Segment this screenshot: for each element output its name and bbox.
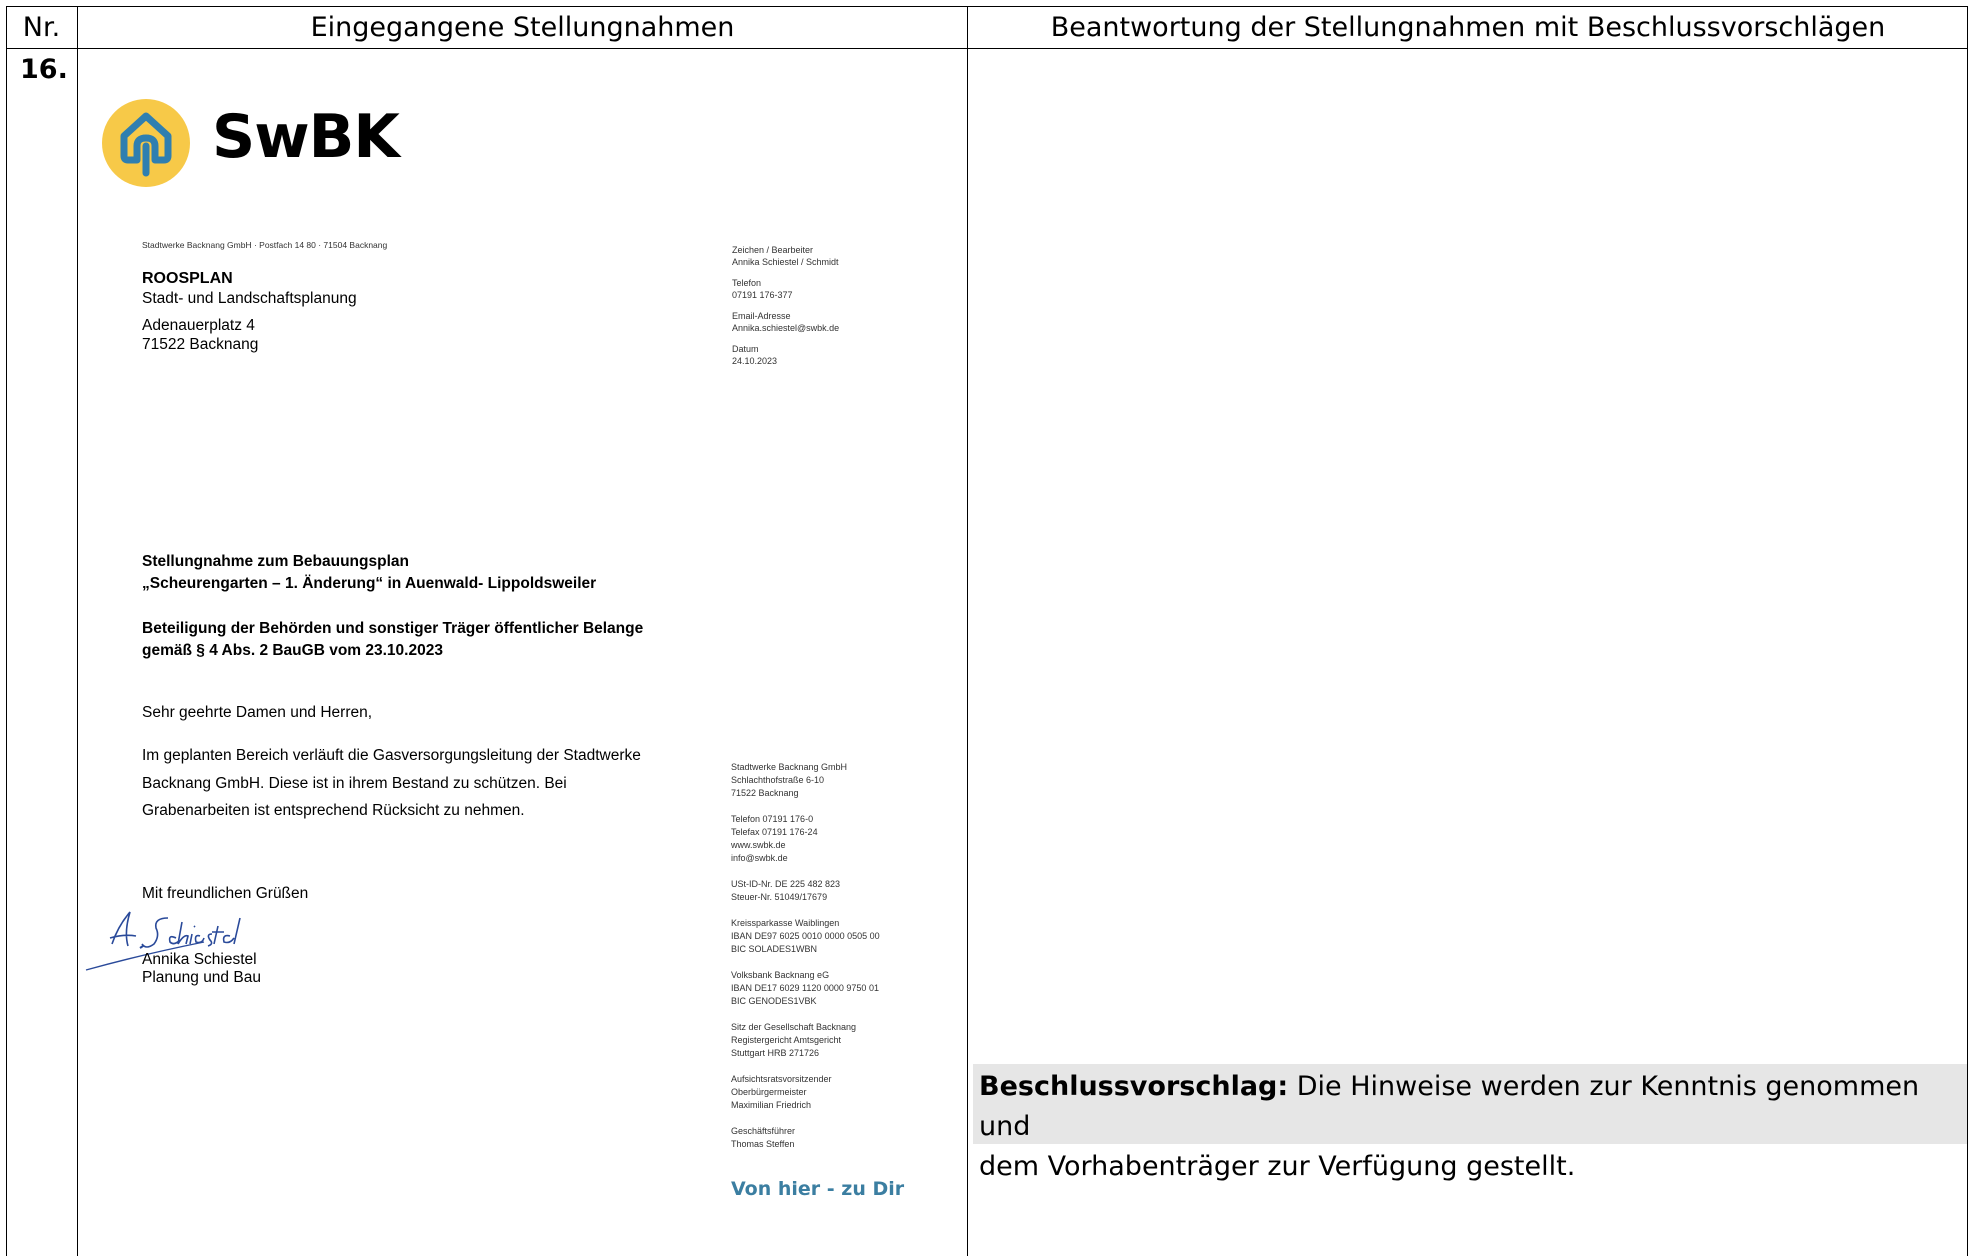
swbk-logo-icon bbox=[101, 98, 191, 188]
header-response: Beantwortung der Stellungnahmen mit Besc… bbox=[1050, 12, 1886, 43]
body-line-1: Im geplanten Bereich verläuft die Gasver… bbox=[142, 747, 641, 764]
body-line-3: Grabenarbeiten ist entsprechend Rücksich… bbox=[142, 802, 525, 819]
footer-telefon: Telefon 07191 176-0 bbox=[731, 814, 814, 824]
footer-bank1-iban: IBAN DE97 6025 0010 0000 0505 00 bbox=[731, 931, 880, 941]
header-received: Eingegangene Stellungnahmen bbox=[310, 12, 735, 43]
subject-line-4: gemäß § 4 Abs. 2 BauGB vom 23.10.2023 bbox=[142, 642, 443, 659]
info-email-label: Email-Adresse bbox=[732, 311, 791, 321]
footer-aufsicht-3: Maximilian Friedrich bbox=[731, 1100, 812, 1110]
footer-gf-1: Geschäftsführer bbox=[731, 1126, 796, 1136]
header-divider bbox=[6, 48, 1968, 49]
footer-aufsicht-1: Aufsichtsratsvorsitzender bbox=[731, 1074, 832, 1084]
resolution-label: Beschlussvorschlag: bbox=[979, 1071, 1289, 1102]
salutation: Sehr geehrte Damen und Herren, bbox=[142, 704, 373, 721]
footer-bank1-name: Kreissparkasse Waiblingen bbox=[731, 918, 840, 928]
body-line-2: Backnang GmbH. Diese ist in ihrem Bestan… bbox=[142, 775, 567, 792]
footer-company: Stadtwerke Backnang GmbH bbox=[731, 762, 848, 772]
footer-mail: info@swbk.de bbox=[731, 853, 788, 863]
footer-sitz-2: Registergericht Amtsgericht bbox=[731, 1035, 842, 1045]
footer-city: 71522 Backnang bbox=[731, 788, 799, 798]
footer-sitz-1: Sitz der Gesellschaft Backnang bbox=[731, 1022, 857, 1032]
info-datum-label: Datum bbox=[732, 344, 759, 354]
info-email-value: Annika.schiestel@swbk.de bbox=[732, 323, 840, 333]
subject-line-2: „Scheurengarten – 1. Änderung“ in Auenwa… bbox=[142, 575, 597, 592]
info-zeichen-value: Annika Schiestel / Schmidt bbox=[732, 257, 839, 267]
signer-department: Planung und Bau bbox=[142, 969, 261, 986]
column-divider-2 bbox=[967, 6, 968, 1256]
row-number: 16. bbox=[20, 54, 68, 85]
subject-line-1: Stellungnahme zum Bebauungsplan bbox=[142, 553, 409, 570]
header-nr: Nr. bbox=[22, 12, 61, 43]
column-divider-1 bbox=[77, 6, 78, 1256]
recipient-subtitle: Stadt- und Landschaftsplanung bbox=[142, 290, 357, 307]
recipient-street: Adenauerplatz 4 bbox=[142, 317, 255, 334]
recipient-name: ROOSPLAN bbox=[142, 270, 233, 287]
footer-web: www.swbk.de bbox=[731, 840, 786, 850]
closing: Mit freundlichen Grüßen bbox=[142, 885, 309, 902]
footer-telefax: Telefax 07191 176-24 bbox=[731, 827, 818, 837]
footer-gf-2: Thomas Steffen bbox=[731, 1139, 795, 1149]
info-datum-value: 24.10.2023 bbox=[732, 356, 778, 366]
resolution-proposal: Beschlussvorschlag: Die Hinweise werden … bbox=[973, 1064, 1967, 1182]
footer-sitz-3: Stuttgart HRB 271726 bbox=[731, 1048, 820, 1058]
info-zeichen-label: Zeichen / Bearbeiter bbox=[732, 245, 814, 255]
recipient-city: 71522 Backnang bbox=[142, 336, 259, 353]
footer-bank2-iban: IBAN DE17 6029 1120 0000 9750 01 bbox=[731, 983, 879, 993]
footer-bank1-bic: BIC SOLADES1WBN bbox=[731, 944, 818, 954]
resolution-text-2: dem Vorhabenträger zur Verfügung gestell… bbox=[979, 1151, 1576, 1182]
footer-street: Schlachthofstraße 6-10 bbox=[731, 775, 825, 785]
slogan: Von hier - zu Dir bbox=[731, 1178, 905, 1200]
info-telefon-label: Telefon bbox=[732, 278, 762, 288]
resolution-line-1: Beschlussvorschlag: Die Hinweise werden … bbox=[979, 1067, 1961, 1147]
footer-ust: USt-ID-Nr. DE 225 482 823 bbox=[731, 879, 841, 889]
footer-bank2-name: Volksbank Backnang eG bbox=[731, 970, 830, 980]
sender-line: Stadtwerke Backnang GmbH · Postfach 14 8… bbox=[142, 240, 388, 250]
footer-aufsicht-2: Oberbürgermeister bbox=[731, 1087, 807, 1097]
info-telefon-value: 07191 176-377 bbox=[732, 290, 793, 300]
footer-bank2-bic: BIC GENODES1VBK bbox=[731, 996, 817, 1006]
subject-line-3: Beteiligung der Behörden und sonstiger T… bbox=[142, 620, 644, 637]
logo-text: SwBK bbox=[212, 102, 400, 172]
footer-steuer: Steuer-Nr. 51049/17679 bbox=[731, 892, 828, 902]
signer-name: Annika Schiestel bbox=[142, 951, 257, 968]
